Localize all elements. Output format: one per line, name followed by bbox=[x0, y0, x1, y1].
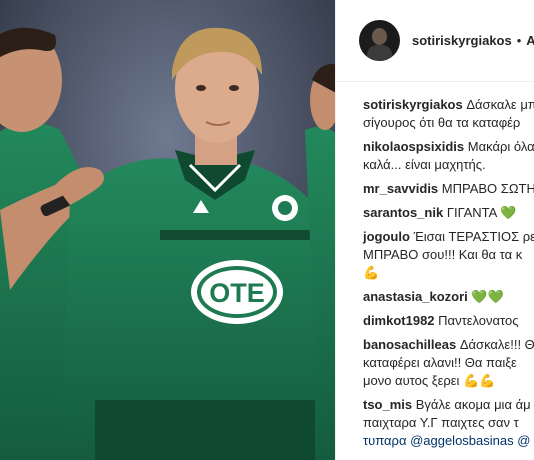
comment-username[interactable]: sotiriskyrgiakos bbox=[363, 97, 463, 112]
avatar[interactable] bbox=[359, 20, 400, 61]
comment-item: nikolaospsixidis Μακάρι όλα καλά... είνα… bbox=[363, 138, 534, 174]
post-photo[interactable]: OTE bbox=[0, 0, 335, 460]
comment-item: jogoulo Έισαι ΤΕΡΑΣΤΙΟΣ ρε ΜΠΡΑΒΟ σου!!!… bbox=[363, 228, 534, 282]
green-heart-icon: 💚 bbox=[471, 289, 488, 304]
comment-item: sarantos_nik ΓΙΓΑΝΤΑ 💚 bbox=[363, 204, 534, 222]
sponsor-text: OTE bbox=[209, 278, 265, 308]
muscle-icon: 💪 bbox=[479, 373, 496, 388]
football-players-image: OTE bbox=[0, 0, 335, 460]
comment-username[interactable]: nikolaospsixidis bbox=[363, 139, 464, 154]
post-side-panel: sotiriskyrgiakos • Ακ sotiriskyrgiakos Δ… bbox=[335, 0, 534, 460]
comment-text: σίγουρος ότι θα τα καταφέρ bbox=[363, 115, 521, 130]
comment-username[interactable]: sarantos_nik bbox=[363, 205, 443, 220]
comment-username[interactable]: banosachilleas bbox=[363, 337, 456, 352]
comment-text: καλά... είναι μαχητής. bbox=[363, 157, 486, 172]
comment-text: παιχταρα Υ.Γ παιχτες σαν τ bbox=[363, 415, 519, 430]
post-header: sotiriskyrgiakos • Ακ bbox=[336, 0, 534, 82]
comment-text: ΜΠΡΑΒΟ σου!!! Και θα τα κ bbox=[363, 247, 523, 262]
muscle-icon: 💪 bbox=[363, 265, 380, 280]
comment-text: Δάσκαλε!!! Θ bbox=[459, 337, 534, 352]
comment-text[interactable]: τυπαρα @aggelosbasinas @ bbox=[363, 433, 530, 448]
comment-text: καταφέρει αλανι!! Θα παιξε bbox=[363, 355, 517, 370]
comment-text: ΓΙΓΑΝΤΑ bbox=[446, 205, 497, 220]
comment-text: μονο αυτος ξερει bbox=[363, 373, 460, 388]
author-username[interactable]: sotiriskyrgiakos bbox=[412, 33, 512, 48]
comment-text: ΜΠΡΑΒΟ ΣΩΤΗ bbox=[441, 181, 534, 196]
comment-text: Μακάρι όλα bbox=[467, 139, 534, 154]
comment-username[interactable]: dimkot1982 bbox=[363, 313, 435, 328]
comment-text: Δάσκαλε μπ bbox=[466, 97, 534, 112]
comment-username[interactable]: tso_mis bbox=[363, 397, 412, 412]
comment-username[interactable]: mr_savvidis bbox=[363, 181, 438, 196]
comment-text: Παντελονατος bbox=[438, 313, 519, 328]
comment-item: mr_savvidis ΜΠΡΑΒΟ ΣΩΤΗ bbox=[363, 180, 534, 198]
comment-username[interactable]: jogoulo bbox=[363, 229, 410, 244]
comment-item: anastasia_kozori 💚💚 bbox=[363, 288, 534, 306]
comment-item: sotiriskyrgiakos Δάσκαλε μπ σίγουρος ότι… bbox=[363, 96, 534, 132]
comment-username[interactable]: anastasia_kozori bbox=[363, 289, 468, 304]
comment-item: tso_mis Βγάλε ακομα μια άμ παιχταρα Υ.Γ … bbox=[363, 396, 534, 450]
comment-text: Έισαι ΤΕΡΑΣΤΙΟΣ ρε bbox=[413, 229, 534, 244]
green-heart-icon: 💚 bbox=[487, 289, 504, 304]
separator-dot: • bbox=[516, 33, 522, 48]
muscle-icon: 💪 bbox=[463, 373, 480, 388]
green-heart-icon: 💚 bbox=[500, 205, 517, 220]
comment-item: dimkot1982 Παντελονατος bbox=[363, 312, 534, 330]
comment-text: Βγάλε ακομα μια άμ bbox=[415, 397, 531, 412]
follow-button[interactable]: Ακ bbox=[526, 33, 534, 48]
comments-list: sotiriskyrgiakos Δάσκαλε μπ σίγουρος ότι… bbox=[336, 82, 534, 450]
comment-item: banosachilleas Δάσκαλε!!! Θ καταφέρει αλ… bbox=[363, 336, 534, 390]
